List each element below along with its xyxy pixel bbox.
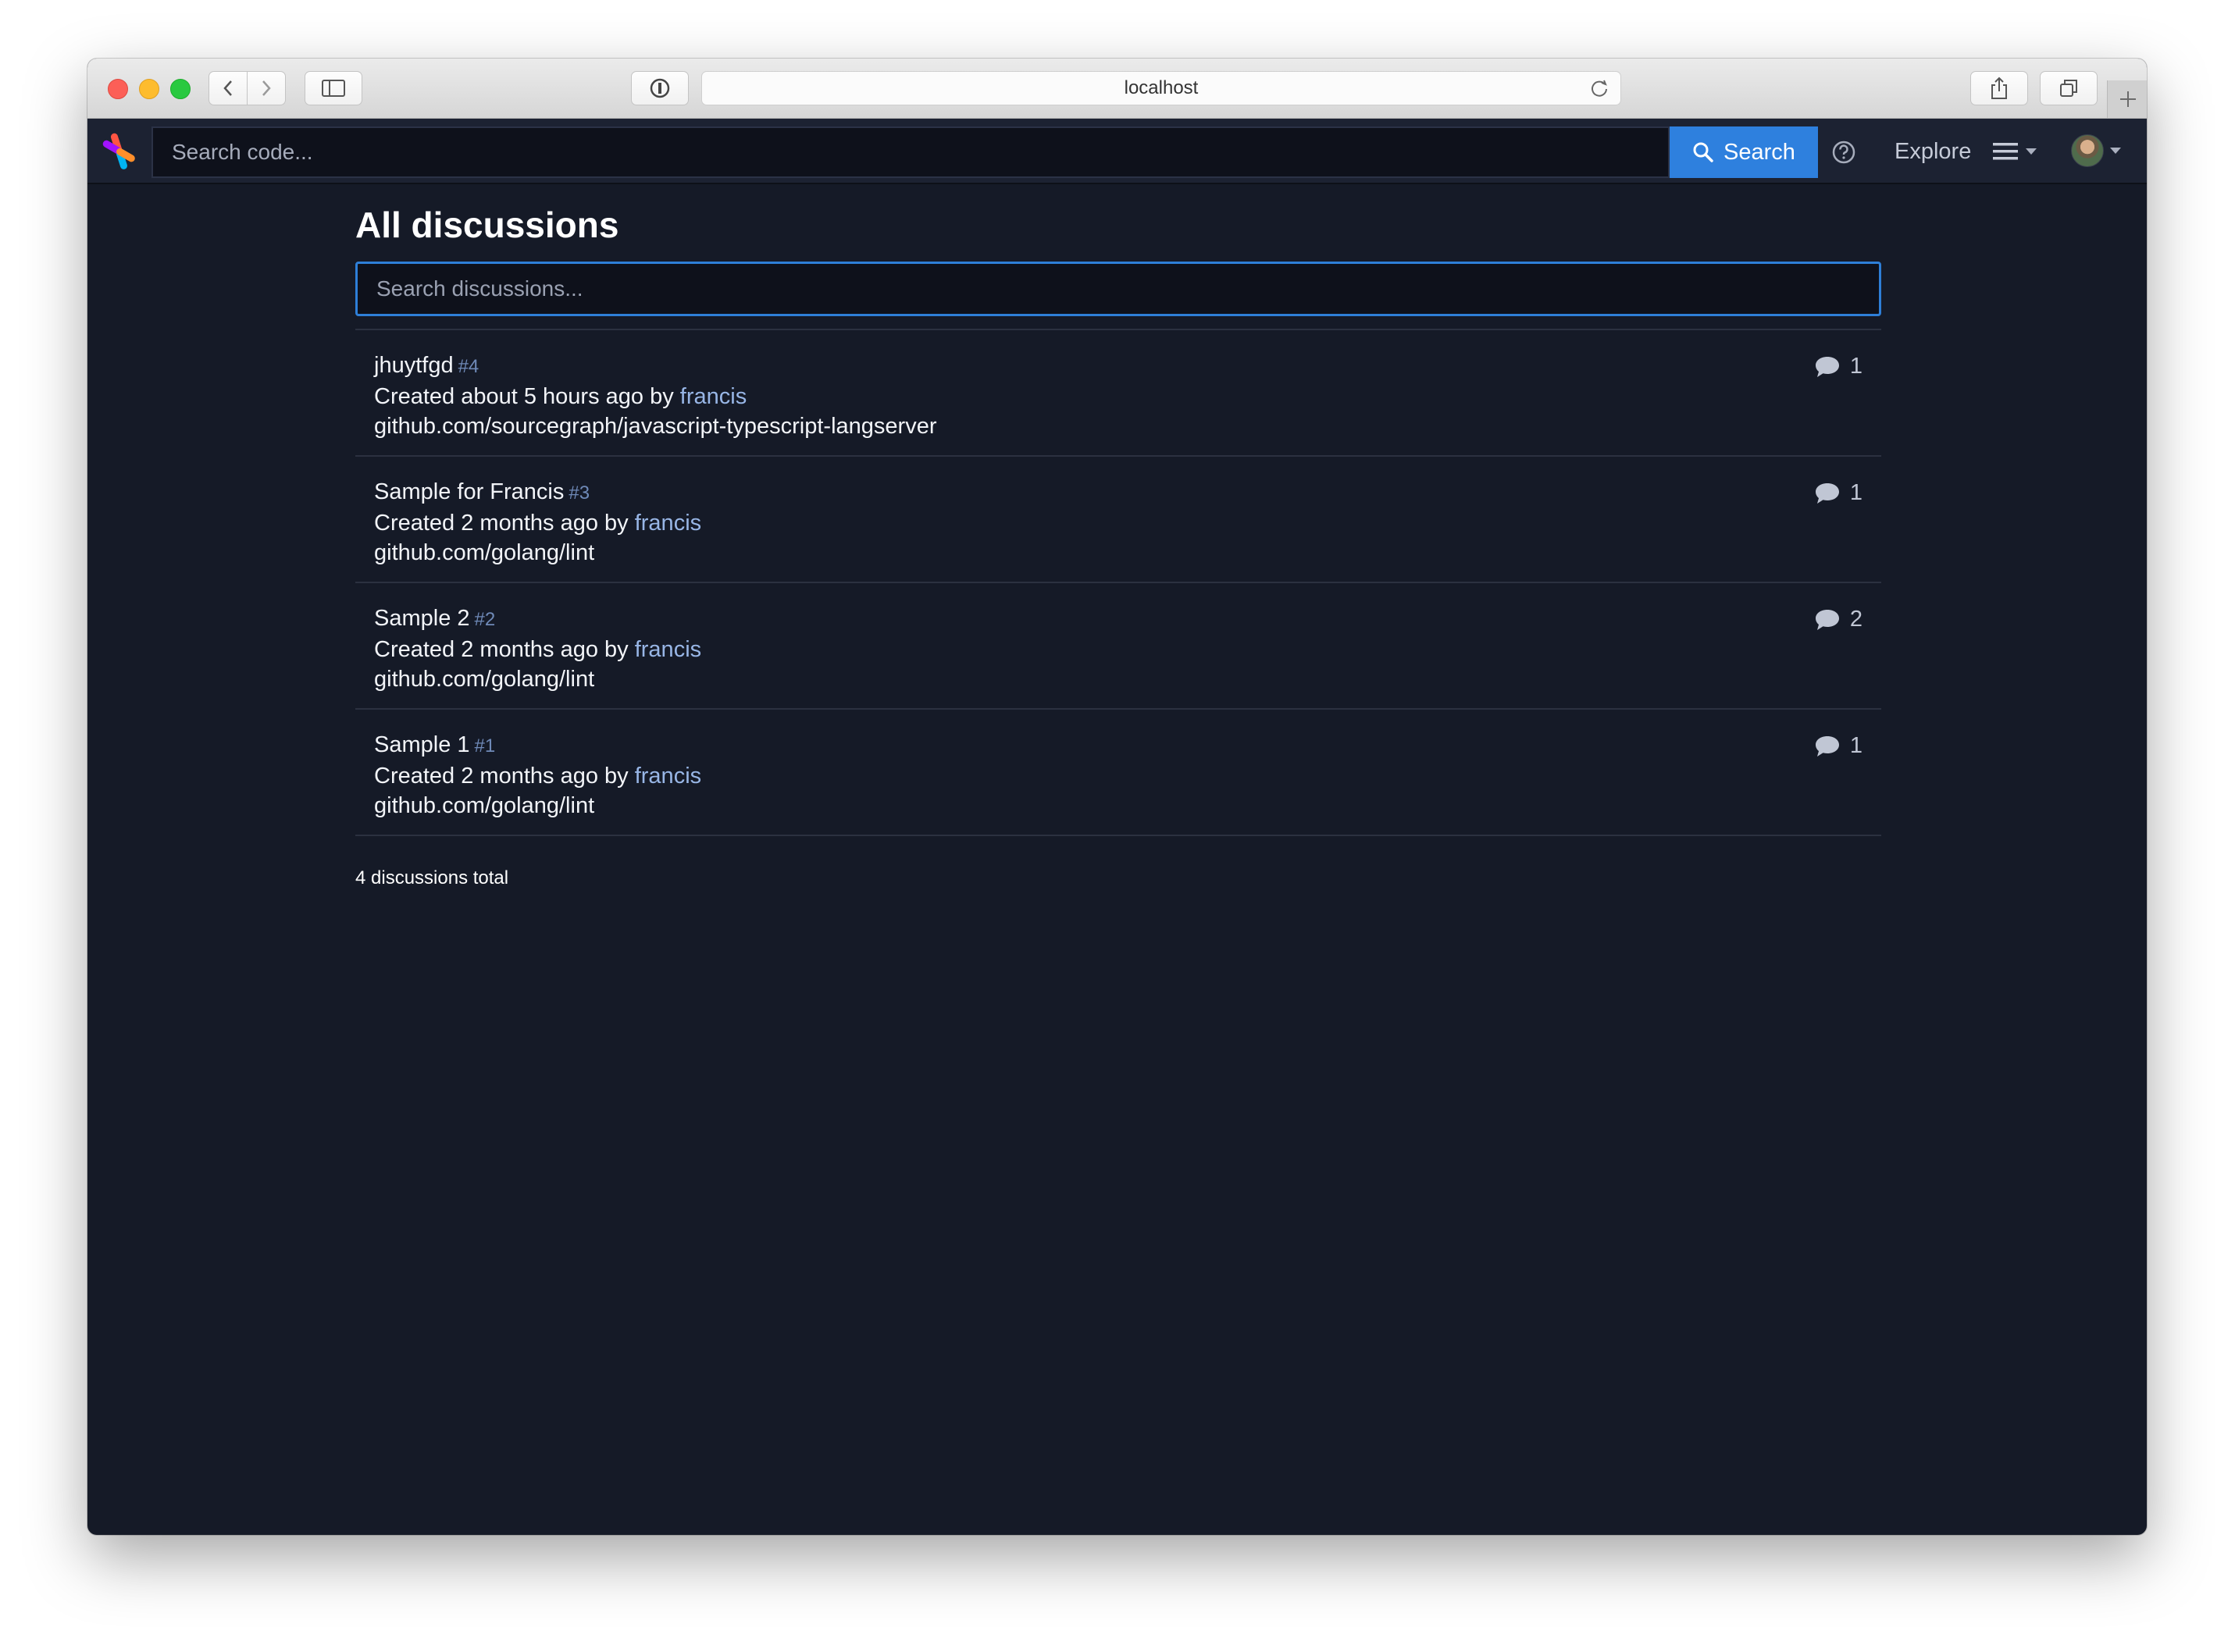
chevron-left-icon bbox=[223, 80, 232, 96]
discussion-repo[interactable]: github.com/golang/lint bbox=[374, 791, 1862, 821]
discussion-author-link[interactable]: francis bbox=[635, 764, 701, 789]
discussion-item[interactable]: Sample for Francis #3 Created 2 months ag… bbox=[355, 457, 1881, 583]
discussion-item[interactable]: Sample 1 #1 Created 2 months ago by franc… bbox=[355, 710, 1881, 836]
discussions-search-input[interactable]: Search discussions... bbox=[355, 262, 1881, 316]
discussion-id: #3 bbox=[569, 482, 590, 504]
discussion-title[interactable]: Sample 1 bbox=[374, 732, 470, 757]
discussion-title-line: Sample 1 #1 bbox=[374, 730, 1862, 761]
new-tab-button[interactable] bbox=[2107, 80, 2147, 118]
discussion-meta-line: Created 2 months ago by francis bbox=[374, 508, 1862, 538]
share-button[interactable] bbox=[1970, 71, 2028, 105]
reload-icon[interactable] bbox=[1589, 78, 1609, 98]
screenshot-stage: localhost Search code... Search Explore … bbox=[0, 0, 2235, 1652]
search-icon bbox=[1693, 142, 1713, 162]
discussion-created: Created about 5 hours ago by bbox=[374, 384, 674, 409]
discussion-item[interactable]: Sample 2 #2 Created 2 months ago by franc… bbox=[355, 583, 1881, 710]
sidebar-toggle-button[interactable] bbox=[305, 71, 362, 105]
discussion-id: #1 bbox=[474, 735, 496, 757]
discussion-title-line: jhuytfgd #4 bbox=[374, 351, 1862, 382]
comment-count: 1 bbox=[1814, 354, 1862, 379]
explore-link[interactable]: Explore bbox=[1895, 134, 1971, 169]
sourcegraph-logo-icon[interactable] bbox=[98, 131, 139, 172]
discussions-search-placeholder: Search discussions... bbox=[376, 276, 583, 301]
comment-count-value: 2 bbox=[1849, 607, 1862, 632]
comment-icon bbox=[1815, 609, 1839, 630]
comment-icon bbox=[1815, 482, 1839, 504]
discussion-repo[interactable]: github.com/sourcegraph/javascript-typesc… bbox=[374, 411, 1862, 441]
discussion-title-line: Sample 2 #2 bbox=[374, 603, 1862, 635]
comment-count-value: 1 bbox=[1849, 354, 1862, 379]
discussion-author-link[interactable]: francis bbox=[635, 511, 701, 536]
discussion-title-line: Sample for Francis #3 bbox=[374, 477, 1862, 508]
comment-icon bbox=[1815, 356, 1839, 377]
discussions-page: All discussions Search discussions... jh… bbox=[355, 201, 1881, 889]
comment-count-value: 1 bbox=[1849, 733, 1862, 758]
comment-count: 1 bbox=[1814, 733, 1862, 759]
chevron-right-icon bbox=[262, 80, 271, 96]
comment-count-value: 1 bbox=[1849, 480, 1862, 505]
show-tabs-button[interactable] bbox=[2040, 71, 2098, 105]
zoom-window-button[interactable] bbox=[170, 79, 191, 99]
back-button[interactable] bbox=[209, 71, 248, 105]
chevron-down-icon bbox=[2110, 148, 2121, 154]
password-manager-button[interactable] bbox=[631, 71, 689, 105]
main-menu-button[interactable] bbox=[1993, 136, 2055, 167]
discussion-created: Created 2 months ago by bbox=[374, 511, 629, 536]
discussion-author-link[interactable]: francis bbox=[680, 384, 747, 409]
discussion-title[interactable]: Sample 2 bbox=[374, 606, 470, 631]
discussion-meta-line: Created 2 months ago by francis bbox=[374, 761, 1862, 791]
discussion-repo[interactable]: github.com/golang/lint bbox=[374, 664, 1862, 694]
discussion-created: Created 2 months ago by bbox=[374, 764, 629, 789]
browser-toolbar: localhost bbox=[87, 59, 2147, 119]
discussion-title[interactable]: Sample for Francis bbox=[374, 479, 564, 504]
user-menu-button[interactable] bbox=[2071, 133, 2126, 169]
password-icon bbox=[650, 78, 670, 98]
app-navbar: Search code... Search Explore bbox=[87, 119, 2147, 184]
discussion-id: #2 bbox=[474, 609, 496, 630]
discussion-title[interactable]: jhuytfgd bbox=[374, 353, 454, 378]
avatar bbox=[2071, 134, 2104, 167]
chevron-down-icon bbox=[2026, 148, 2037, 155]
minimize-window-button[interactable] bbox=[139, 79, 159, 99]
forward-button[interactable] bbox=[247, 71, 286, 105]
comment-icon bbox=[1815, 735, 1839, 757]
browser-window: localhost Search code... Search Explore … bbox=[87, 59, 2147, 1535]
discussion-author-link[interactable]: francis bbox=[635, 637, 701, 662]
comment-count: 2 bbox=[1814, 607, 1862, 632]
plus-icon bbox=[2119, 91, 2136, 107]
close-window-button[interactable] bbox=[108, 79, 128, 99]
discussion-id: #4 bbox=[458, 356, 479, 377]
share-icon bbox=[1991, 77, 2007, 99]
discussion-meta-line: Created about 5 hours ago by francis bbox=[374, 382, 1862, 411]
discussion-created: Created 2 months ago by bbox=[374, 637, 629, 662]
discussion-item[interactable]: jhuytfgd #4 Created about 5 hours ago by … bbox=[355, 330, 1881, 457]
code-search-input[interactable]: Search code... bbox=[151, 126, 1670, 178]
discussions-list: jhuytfgd #4 Created about 5 hours ago by … bbox=[355, 329, 1881, 836]
address-text: localhost bbox=[1124, 77, 1199, 98]
search-button-label: Search bbox=[1723, 139, 1795, 165]
sidebar-icon bbox=[322, 80, 345, 97]
address-bar[interactable]: localhost bbox=[701, 71, 1621, 105]
search-button[interactable]: Search bbox=[1670, 126, 1818, 178]
comment-count: 1 bbox=[1814, 480, 1862, 506]
page-title: All discussions bbox=[355, 205, 619, 245]
hamburger-menu-icon bbox=[1993, 143, 2018, 160]
discussions-total: 4 discussions total bbox=[355, 867, 509, 888]
discussion-repo[interactable]: github.com/golang/lint bbox=[374, 538, 1862, 568]
discussion-meta-line: Created 2 months ago by francis bbox=[374, 635, 1862, 664]
help-icon[interactable] bbox=[1831, 140, 1856, 165]
tabs-icon bbox=[2060, 80, 2077, 97]
code-search-placeholder: Search code... bbox=[172, 140, 313, 164]
